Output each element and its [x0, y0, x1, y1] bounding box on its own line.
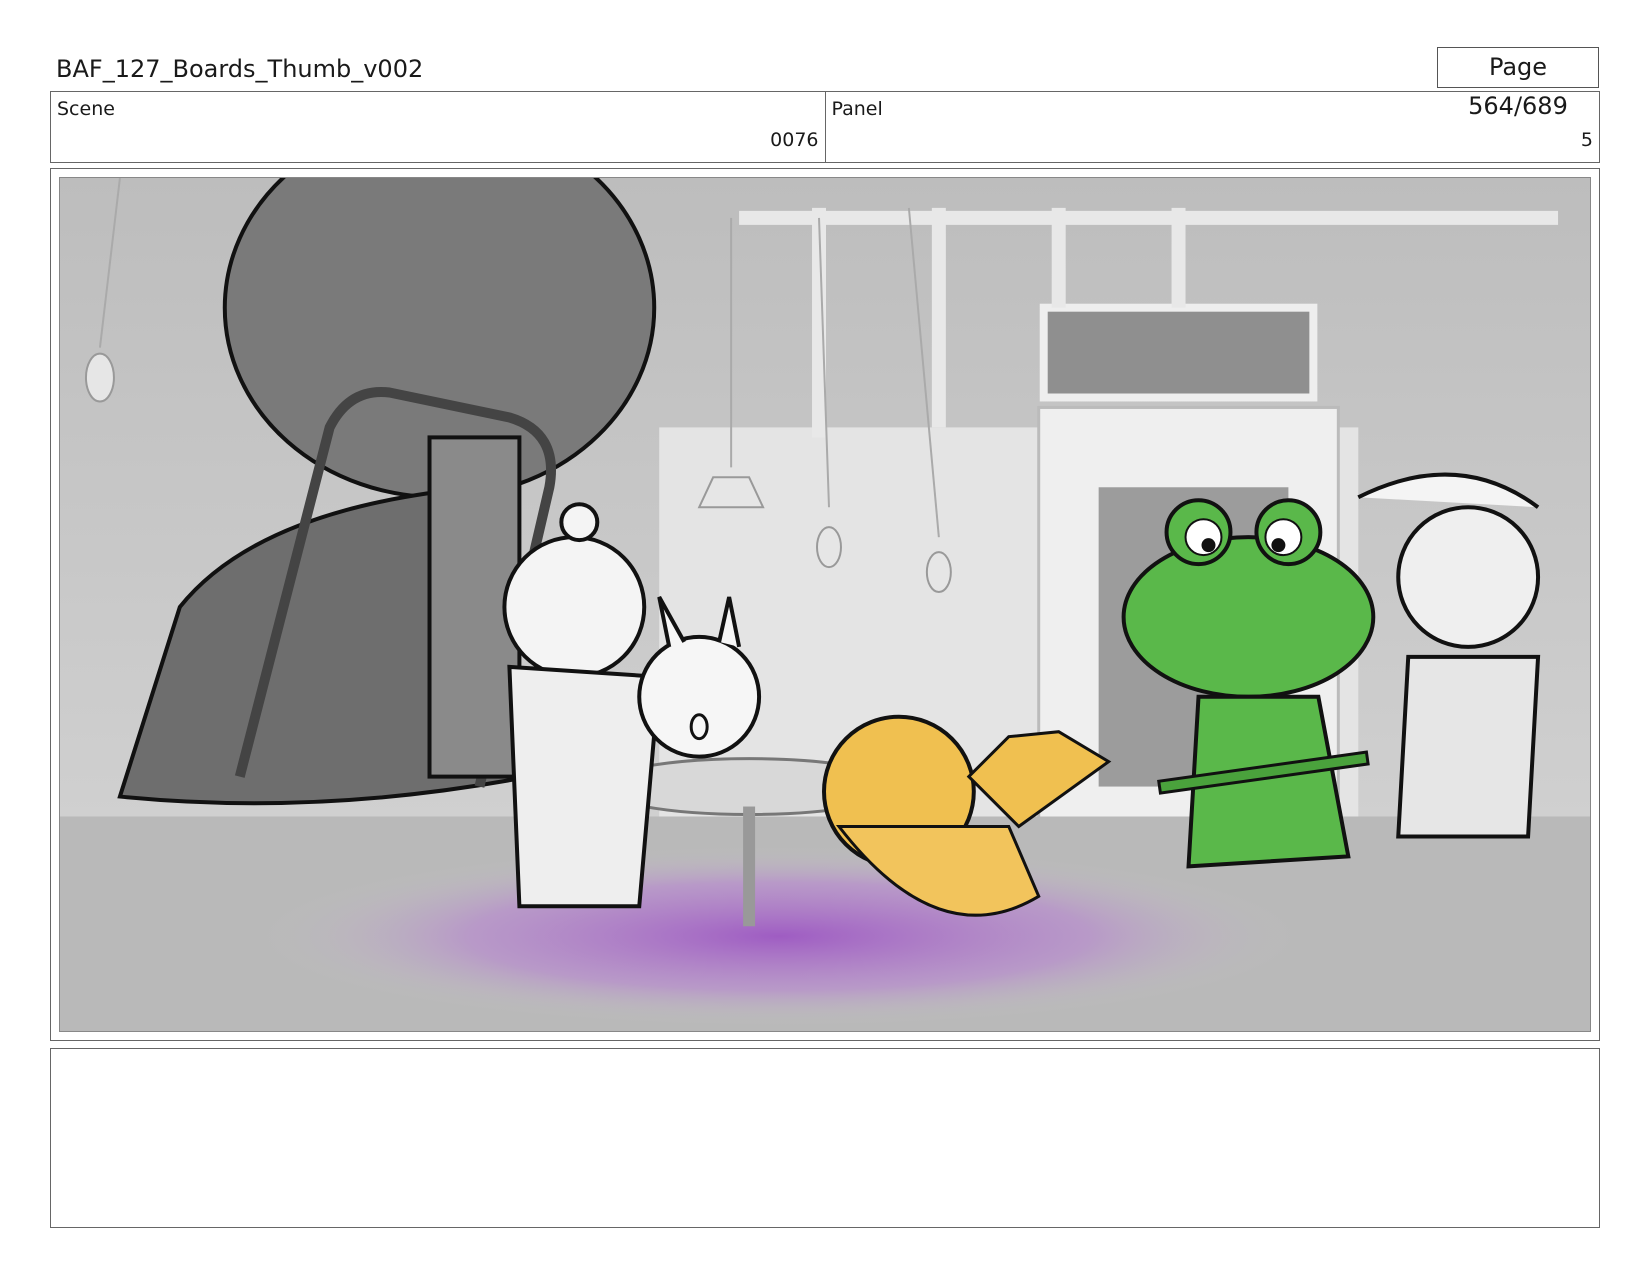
scene-panel-header: Scene 0076 Panel 5: [50, 91, 1600, 163]
scene-number: 0076: [770, 129, 819, 151]
scene-label: Scene: [57, 98, 115, 120]
page-indicator: Page 564/689: [1437, 47, 1599, 120]
bear-head: [502, 535, 647, 679]
storyboard-image-frame: [50, 168, 1600, 1041]
panel-label: Panel: [831, 98, 883, 120]
storyboard-drawing: [60, 178, 1590, 1031]
notes-box: [50, 1048, 1600, 1228]
document-title: BAF_127_Boards_Thumb_v002: [56, 55, 424, 83]
right-character-body: [1396, 654, 1541, 839]
storyboard-panel-image: [59, 177, 1591, 1032]
bear-body: [507, 664, 662, 909]
purple-smoke: [259, 846, 1299, 1027]
right-character-head: [1396, 505, 1541, 649]
scene-cell: Scene 0076: [51, 92, 825, 162]
panel-cell: Panel 5: [824, 92, 1600, 162]
panel-number: 5: [1580, 129, 1593, 151]
transom-window: [1039, 303, 1318, 402]
bear-ear: [559, 502, 600, 543]
frog-head: [1121, 535, 1376, 699]
table-leg: [743, 806, 756, 927]
